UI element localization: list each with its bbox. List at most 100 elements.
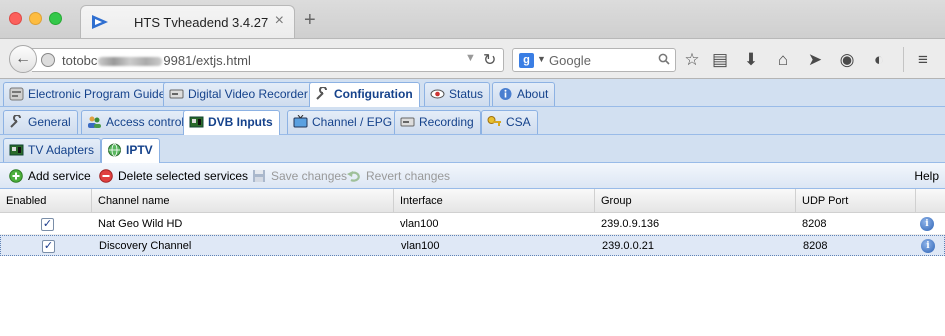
tab-about[interactable]: About bbox=[492, 82, 556, 106]
reading-list-icon[interactable]: ▤ bbox=[710, 50, 730, 70]
column-header-group[interactable]: Group bbox=[595, 189, 796, 213]
site-identity-icon[interactable] bbox=[41, 53, 55, 67]
menu-hamburger-icon[interactable]: ≡ bbox=[913, 50, 933, 70]
maximize-window-button[interactable] bbox=[49, 12, 62, 25]
search-icon[interactable] bbox=[658, 53, 670, 65]
tab-dvr[interactable]: Digital Video Recorder bbox=[163, 82, 315, 106]
delete-icon bbox=[99, 169, 113, 183]
addon-icon[interactable]: ◐ bbox=[869, 50, 889, 70]
card-icon bbox=[189, 116, 204, 128]
tv-icon bbox=[293, 115, 308, 128]
tab-recording[interactable]: Recording bbox=[394, 110, 481, 134]
interface-cell[interactable]: vlan100 bbox=[395, 236, 440, 257]
configuration-tab-strip: General Access control DVB Inputs Channe… bbox=[0, 107, 945, 135]
column-header-udp-port[interactable]: UDP Port bbox=[796, 189, 916, 213]
tab-label: DVB Inputs bbox=[208, 115, 273, 129]
channel-name-cell[interactable]: Nat Geo Wild HD bbox=[92, 214, 182, 235]
help-button[interactable]: Help bbox=[914, 168, 939, 184]
browser-chrome: HTS Tvheadend 3.4.27 × + totobc 9981/extj… bbox=[0, 0, 945, 79]
send-icon[interactable]: ➤ bbox=[805, 50, 825, 70]
eye-icon bbox=[430, 89, 445, 99]
tab-label: About bbox=[517, 87, 549, 101]
interface-cell[interactable]: vlan100 bbox=[394, 214, 439, 235]
add-service-button[interactable]: Add service bbox=[9, 168, 91, 184]
column-header-enabled[interactable]: Enabled bbox=[0, 189, 92, 213]
title-bar: HTS Tvheadend 3.4.27 × + bbox=[0, 0, 945, 38]
delete-selected-button[interactable]: Delete selected services bbox=[99, 168, 248, 184]
back-button[interactable]: ← bbox=[9, 45, 37, 73]
search-input[interactable]: Google bbox=[549, 53, 591, 68]
navigation-bar: totobc 9981/extjs.html ▼ ↻ ← g ▼ Google ☆… bbox=[0, 38, 945, 79]
tab-title: HTS Tvheadend 3.4.27 bbox=[134, 15, 269, 30]
tab-iptv[interactable]: IPTV bbox=[101, 138, 160, 163]
tab-label: Recording bbox=[419, 115, 474, 129]
google-engine-icon[interactable]: g bbox=[519, 53, 534, 68]
tab-label: Digital Video Recorder bbox=[188, 87, 308, 101]
new-tab-button[interactable]: + bbox=[304, 10, 316, 30]
browser-tab[interactable]: HTS Tvheadend 3.4.27 × bbox=[80, 5, 295, 38]
tab-csa[interactable]: CSA bbox=[481, 110, 538, 134]
udp-port-cell[interactable]: 8208 bbox=[797, 236, 827, 257]
info-icon bbox=[499, 88, 512, 100]
column-header-channel-name[interactable]: Channel name bbox=[92, 189, 394, 213]
epg-icon bbox=[9, 87, 24, 101]
tab-status[interactable]: Status bbox=[424, 82, 491, 106]
minimize-window-button[interactable] bbox=[29, 12, 42, 25]
url-text[interactable]: totobc 9981/extjs.html bbox=[62, 53, 251, 68]
info-icon[interactable]: i bbox=[921, 239, 935, 253]
tab-close-icon[interactable]: × bbox=[275, 12, 284, 30]
redacted-url-segment bbox=[98, 57, 163, 67]
tab-channel-epg[interactable]: Channel / EPG bbox=[287, 110, 400, 134]
tab-label: IPTV bbox=[126, 143, 153, 157]
add-service-label: Add service bbox=[28, 169, 91, 183]
home-icon[interactable]: ⌂ bbox=[773, 50, 793, 70]
tab-configuration[interactable]: Configuration bbox=[309, 82, 420, 107]
table-row[interactable]: ✓ Nat Geo Wild HD vlan100 239.0.9.136 82… bbox=[0, 214, 945, 235]
dvr-icon bbox=[400, 117, 415, 127]
main-tab-strip: Electronic Program Guide Digital Video R… bbox=[0, 79, 945, 107]
tab-label: Configuration bbox=[334, 87, 413, 101]
downloads-icon[interactable]: ⬇ bbox=[741, 50, 761, 70]
tvheadend-favicon-icon bbox=[92, 15, 108, 29]
save-changes-button[interactable]: Save changes bbox=[252, 168, 347, 184]
search-engine-caret-icon[interactable]: ▼ bbox=[537, 54, 546, 64]
enabled-checkbox[interactable]: ✓ bbox=[41, 218, 54, 231]
table-row[interactable]: ✓ Discovery Channel vlan100 239.0.0.21 8… bbox=[0, 235, 945, 256]
grid-header: Enabled Channel name Interface Group UDP… bbox=[0, 189, 945, 213]
wrench-icon bbox=[10, 115, 21, 128]
search-bar[interactable]: g ▼ Google bbox=[512, 48, 676, 72]
group-cell[interactable]: 239.0.0.21 bbox=[596, 236, 654, 257]
revert-changes-button[interactable]: Revert changes bbox=[347, 168, 450, 184]
save-changes-label: Save changes bbox=[271, 169, 348, 183]
privacy-badger-icon[interactable]: ◉ bbox=[837, 50, 857, 70]
group-cell[interactable]: 239.0.9.136 bbox=[595, 214, 659, 235]
url-suffix: 9981/extjs.html bbox=[163, 53, 251, 68]
tab-epg[interactable]: Electronic Program Guide bbox=[3, 82, 173, 106]
iptv-toolbar: Add service Delete selected services Sav… bbox=[0, 163, 945, 189]
save-icon bbox=[253, 170, 265, 182]
column-header-info bbox=[916, 189, 945, 213]
column-header-interface[interactable]: Interface bbox=[394, 189, 595, 213]
udp-port-cell[interactable]: 8208 bbox=[796, 214, 826, 235]
users-icon bbox=[88, 116, 101, 128]
channel-name-cell[interactable]: Discovery Channel bbox=[93, 236, 191, 257]
tab-label: Access control bbox=[106, 115, 185, 129]
bookmark-star-icon[interactable]: ☆ bbox=[682, 50, 702, 70]
info-icon[interactable]: i bbox=[920, 217, 934, 231]
url-bar[interactable]: totobc 9981/extjs.html ▼ ↻ bbox=[32, 48, 504, 72]
wrench-icon bbox=[316, 87, 327, 100]
revert-icon bbox=[347, 171, 360, 182]
tab-label: Status bbox=[449, 87, 484, 101]
tab-label: TV Adapters bbox=[28, 143, 95, 157]
close-window-button[interactable] bbox=[9, 12, 22, 25]
url-history-dropdown-icon[interactable]: ▼ bbox=[465, 52, 476, 64]
add-icon bbox=[9, 169, 23, 183]
tab-tv-adapters[interactable]: TV Adapters bbox=[3, 138, 102, 162]
tab-general[interactable]: General bbox=[3, 110, 78, 134]
enabled-checkbox[interactable]: ✓ bbox=[42, 240, 55, 253]
tab-dvb-inputs[interactable]: DVB Inputs bbox=[183, 110, 280, 135]
reload-icon[interactable]: ↻ bbox=[483, 50, 496, 70]
tab-label: Channel / EPG bbox=[312, 115, 393, 129]
tab-access-control[interactable]: Access control bbox=[81, 110, 192, 134]
dvb-inputs-tab-strip: TV Adapters IPTV bbox=[0, 135, 945, 163]
